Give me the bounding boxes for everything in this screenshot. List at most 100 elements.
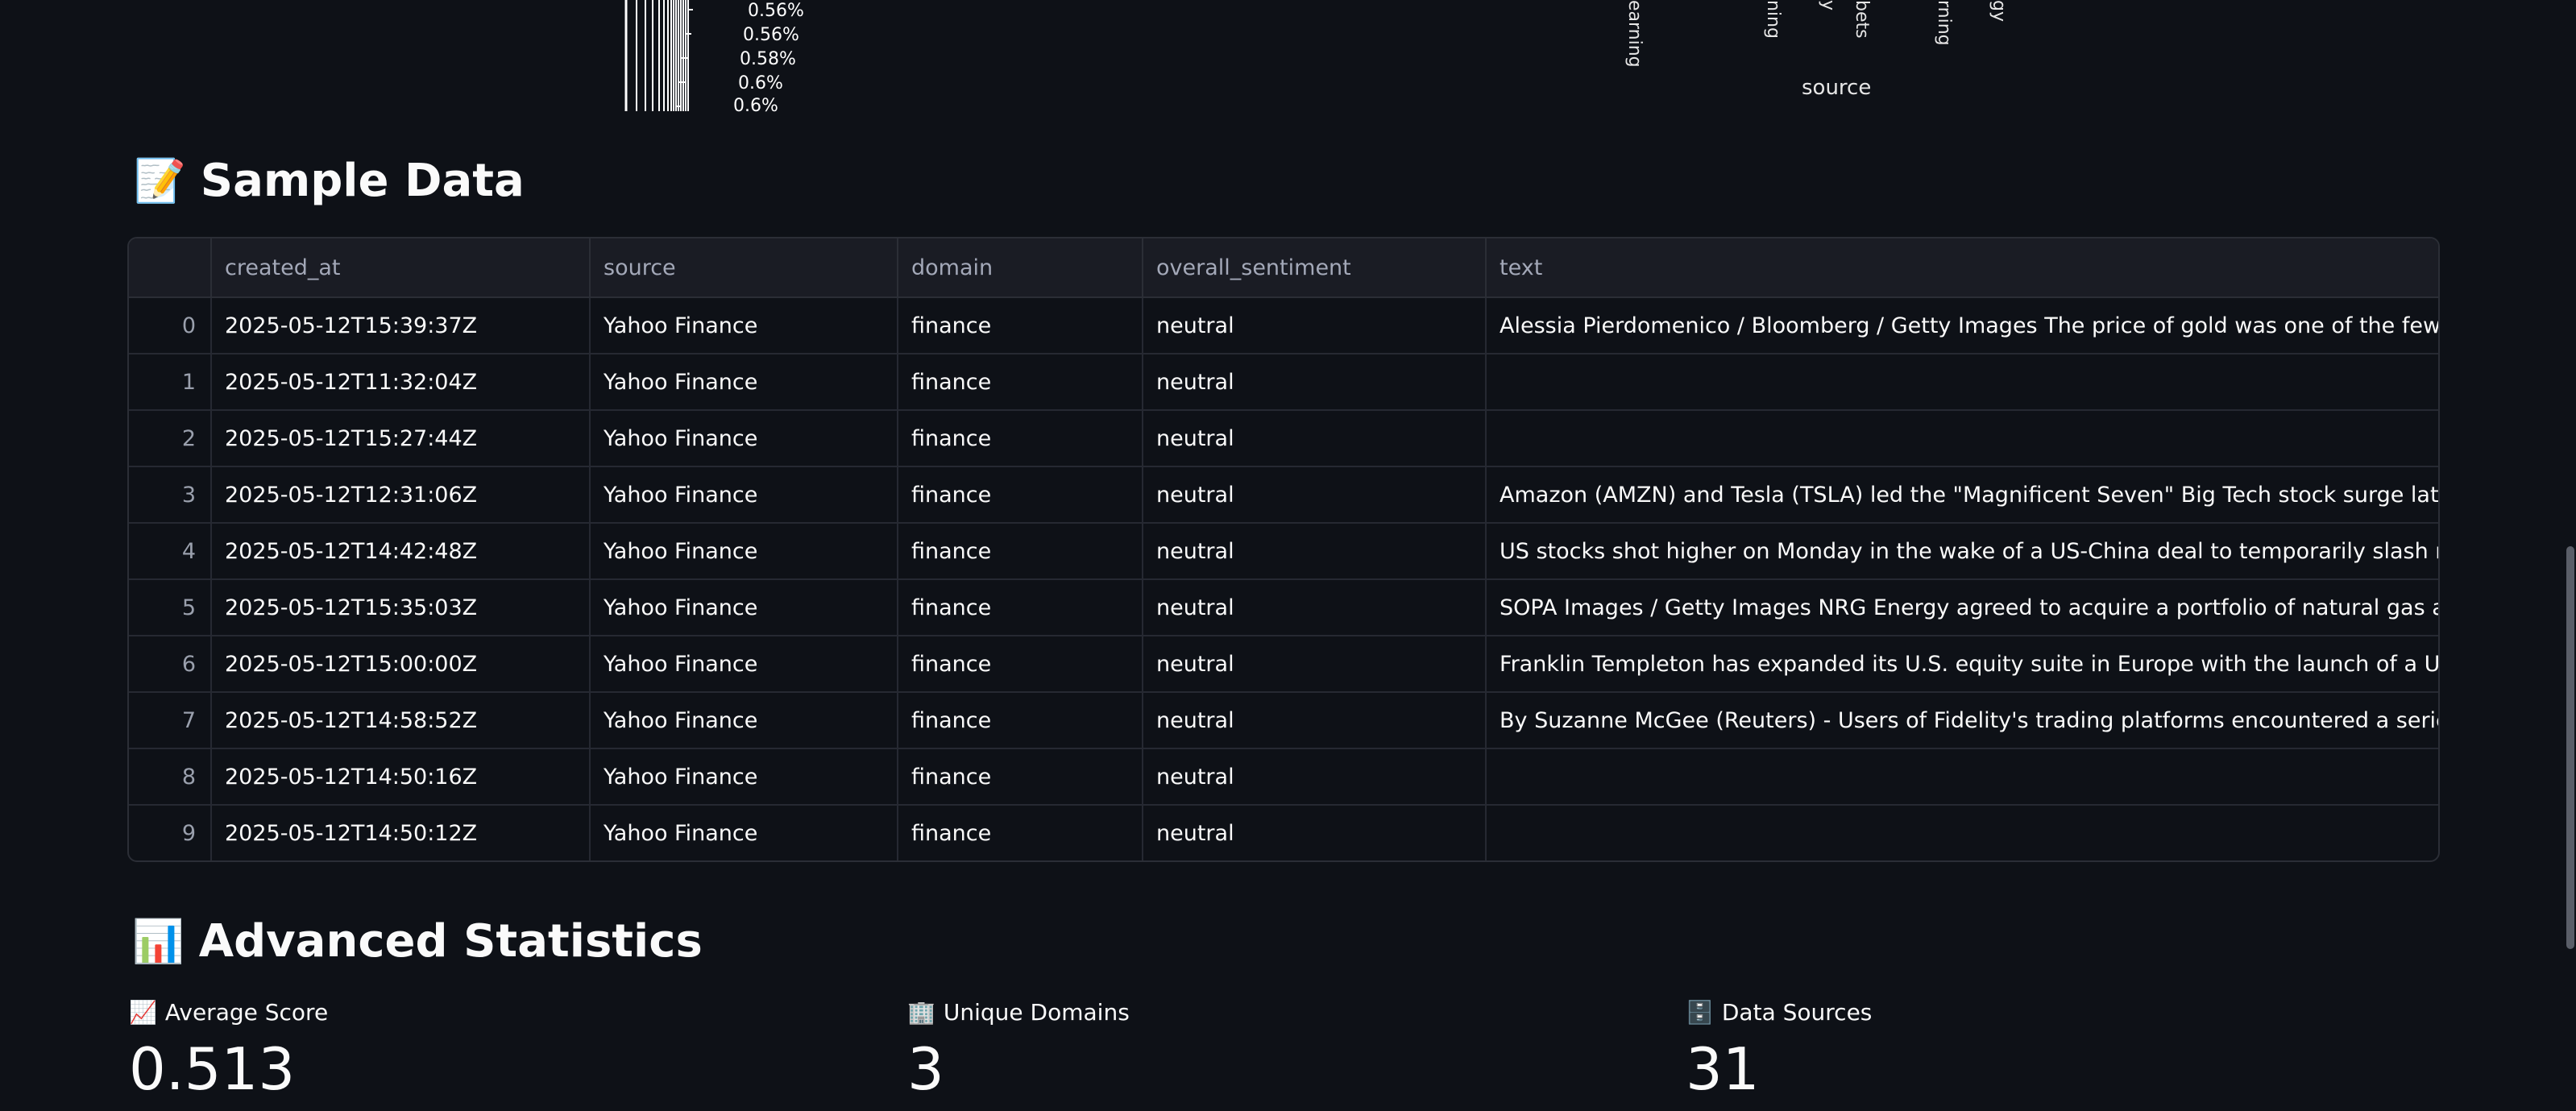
sunburst-chart-fragment: 0.56% 0.56% 0.58% 0.6% 0.6% bbox=[612, 0, 822, 116]
created-at-cell[interactable]: 2025-05-12T15:00:00Z bbox=[211, 636, 591, 693]
row-index[interactable]: 5 bbox=[129, 579, 212, 636]
percent-label: 0.56% bbox=[743, 25, 799, 45]
source-cell[interactable]: Yahoo Finance bbox=[590, 297, 898, 354]
table-row[interactable]: 3 2025-05-12T12:31:06Z Yahoo Finance financ… bbox=[129, 466, 2438, 524]
row-index[interactable]: 4 bbox=[129, 523, 212, 580]
text-cell[interactable]: US stocks shot higher on Monday in the w… bbox=[1486, 523, 2438, 580]
metric-label-text: Average Score bbox=[164, 999, 329, 1026]
table-row[interactable]: 1 2025-05-12T11:32:04Z Yahoo Finance financ… bbox=[129, 354, 2438, 411]
page-scrollbar[interactable] bbox=[2565, 0, 2576, 1111]
metric-label-text: Data Sources bbox=[1721, 999, 1873, 1026]
sentiment-cell[interactable]: neutral bbox=[1143, 579, 1487, 636]
domain-cell[interactable]: finance bbox=[898, 636, 1143, 693]
column-header-created-at[interactable]: created_at bbox=[211, 238, 591, 298]
domain-cell[interactable]: finance bbox=[898, 297, 1143, 354]
memo-icon: 📝 bbox=[134, 156, 186, 205]
row-index[interactable]: 2 bbox=[129, 410, 212, 467]
source-cell[interactable]: Yahoo Finance bbox=[590, 466, 898, 524]
text-cell[interactable] bbox=[1486, 748, 2438, 806]
bar-chart-icon: 📊 bbox=[132, 917, 185, 966]
source-cell[interactable]: Yahoo Finance bbox=[590, 692, 898, 749]
sentiment-cell[interactable]: neutral bbox=[1143, 692, 1487, 749]
source-cell[interactable]: Yahoo Finance bbox=[590, 748, 898, 806]
chart-lines: 0.56% 0.56% 0.58% 0.6% 0.6% bbox=[624, 0, 804, 116]
row-index[interactable]: 9 bbox=[129, 805, 212, 860]
table-row[interactable]: 8 2025-05-12T14:50:16Z Yahoo Finance financ… bbox=[129, 748, 2438, 806]
column-header-source[interactable]: source bbox=[590, 238, 898, 298]
sample-data-heading: 📝 Sample Data bbox=[134, 155, 525, 207]
row-index[interactable]: 8 bbox=[129, 748, 212, 806]
percent-label: 0.6% bbox=[733, 96, 778, 113]
percent-label: 0.56% bbox=[748, 1, 804, 21]
table-row[interactable]: 0 2025-05-12T15:39:37Z Yahoo Finance financ… bbox=[129, 297, 2438, 354]
created-at-cell[interactable]: 2025-05-12T15:27:44Z bbox=[211, 410, 591, 467]
domain-cell[interactable]: finance bbox=[898, 579, 1143, 636]
table-row[interactable]: 2 2025-05-12T15:27:44Z Yahoo Finance financ… bbox=[129, 410, 2438, 467]
domain-cell[interactable]: finance bbox=[898, 523, 1143, 580]
created-at-cell[interactable]: 2025-05-12T15:35:03Z bbox=[211, 579, 591, 636]
text-cell[interactable]: By Suzanne McGee (Reuters) - Users of Fi… bbox=[1486, 692, 2438, 749]
row-index[interactable]: 1 bbox=[129, 354, 212, 411]
row-index[interactable]: 0 bbox=[129, 297, 212, 354]
domain-cell[interactable]: finance bbox=[898, 748, 1143, 806]
created-at-cell[interactable]: 2025-05-12T15:39:37Z bbox=[211, 297, 591, 354]
column-header-index[interactable] bbox=[129, 238, 212, 298]
table-row[interactable]: 6 2025-05-12T15:00:00Z Yahoo Finance financ… bbox=[129, 636, 2438, 693]
advanced-statistics-heading: 📊 Advanced Statistics bbox=[132, 915, 703, 968]
table-row[interactable]: 4 2025-05-12T14:42:48Z Yahoo Finance financ… bbox=[129, 523, 2438, 580]
created-at-cell[interactable]: 2025-05-12T14:58:52Z bbox=[211, 692, 591, 749]
table-row[interactable]: 5 2025-05-12T15:35:03Z Yahoo Finance financ… bbox=[129, 579, 2438, 636]
sample-data-table[interactable]: created_at source domain overall_sentime… bbox=[127, 237, 2440, 862]
column-header-domain[interactable]: domain bbox=[898, 238, 1143, 298]
source-cell[interactable]: Yahoo Finance bbox=[590, 805, 898, 860]
sentiment-cell[interactable]: neutral bbox=[1143, 748, 1487, 806]
text-cell[interactable] bbox=[1486, 410, 2438, 467]
metric-label-text: Unique Domains bbox=[943, 999, 1130, 1026]
scrollbar-thumb[interactable] bbox=[2566, 546, 2574, 949]
metric-unique-domains: 🏢 Unique Domains 3 bbox=[907, 999, 1130, 1098]
text-cell[interactable] bbox=[1486, 354, 2438, 411]
text-cell[interactable] bbox=[1486, 805, 2438, 860]
text-cell[interactable]: Amazon (AMZN) and Tesla (TSLA) led the "… bbox=[1486, 466, 2438, 524]
row-index[interactable]: 7 bbox=[129, 692, 212, 749]
domain-cell[interactable]: finance bbox=[898, 354, 1143, 411]
created-at-cell[interactable]: 2025-05-12T11:32:04Z bbox=[211, 354, 591, 411]
domain-cell[interactable]: finance bbox=[898, 410, 1143, 467]
source-cell[interactable]: Yahoo Finance bbox=[590, 579, 898, 636]
x-tick-label: earning bbox=[1624, 0, 1645, 68]
created-at-cell[interactable]: 2025-05-12T14:42:48Z bbox=[211, 523, 591, 580]
sentiment-cell[interactable]: neutral bbox=[1143, 636, 1487, 693]
table-row[interactable]: 7 2025-05-12T14:58:52Z Yahoo Finance financ… bbox=[129, 692, 2438, 749]
domain-cell[interactable]: finance bbox=[898, 692, 1143, 749]
row-index[interactable]: 6 bbox=[129, 636, 212, 693]
table-body: 0 2025-05-12T15:39:37Z Yahoo Finance financ… bbox=[129, 297, 2438, 860]
sentiment-cell[interactable]: neutral bbox=[1143, 466, 1487, 524]
source-cell[interactable]: Yahoo Finance bbox=[590, 410, 898, 467]
source-cell[interactable]: Yahoo Finance bbox=[590, 523, 898, 580]
created-at-cell[interactable]: 2025-05-12T14:50:12Z bbox=[211, 805, 591, 860]
sentiment-cell[interactable]: neutral bbox=[1143, 354, 1487, 411]
domain-cell[interactable]: finance bbox=[898, 466, 1143, 524]
chart-increasing-icon: 📈 bbox=[129, 999, 157, 1026]
metric-value: 3 bbox=[907, 1035, 944, 1103]
source-cell[interactable]: Yahoo Finance bbox=[590, 354, 898, 411]
domain-cell[interactable]: finance bbox=[898, 805, 1143, 860]
text-cell[interactable]: Franklin Templeton has expanded its U.S.… bbox=[1486, 636, 2438, 693]
text-cell[interactable]: Alessia Pierdomenico / Bloomberg / Getty… bbox=[1486, 297, 2438, 354]
created-at-cell[interactable]: 2025-05-12T14:50:16Z bbox=[211, 748, 591, 806]
row-index[interactable]: 3 bbox=[129, 466, 212, 524]
office-building-icon: 🏢 bbox=[907, 999, 935, 1026]
sentiment-cell[interactable]: neutral bbox=[1143, 523, 1487, 580]
text-cell[interactable]: SOPA Images / Getty Images NRG Energy ag… bbox=[1486, 579, 2438, 636]
column-header-text[interactable]: text bbox=[1486, 238, 2438, 298]
source-cell[interactable]: Yahoo Finance bbox=[590, 636, 898, 693]
sentiment-cell[interactable]: neutral bbox=[1143, 805, 1487, 860]
created-at-cell[interactable]: 2025-05-12T12:31:06Z bbox=[211, 466, 591, 524]
sentiment-cell[interactable]: neutral bbox=[1143, 297, 1487, 354]
x-tick-label: y bbox=[1818, 0, 1838, 11]
sentiment-cell[interactable]: neutral bbox=[1143, 410, 1487, 467]
column-header-overall-sentiment[interactable]: overall_sentiment bbox=[1143, 238, 1487, 298]
table-row[interactable]: 9 2025-05-12T14:50:12Z Yahoo Finance financ… bbox=[129, 805, 2438, 860]
percent-label: 0.58% bbox=[740, 49, 796, 69]
x-tick-label: bets bbox=[1852, 0, 1872, 39]
